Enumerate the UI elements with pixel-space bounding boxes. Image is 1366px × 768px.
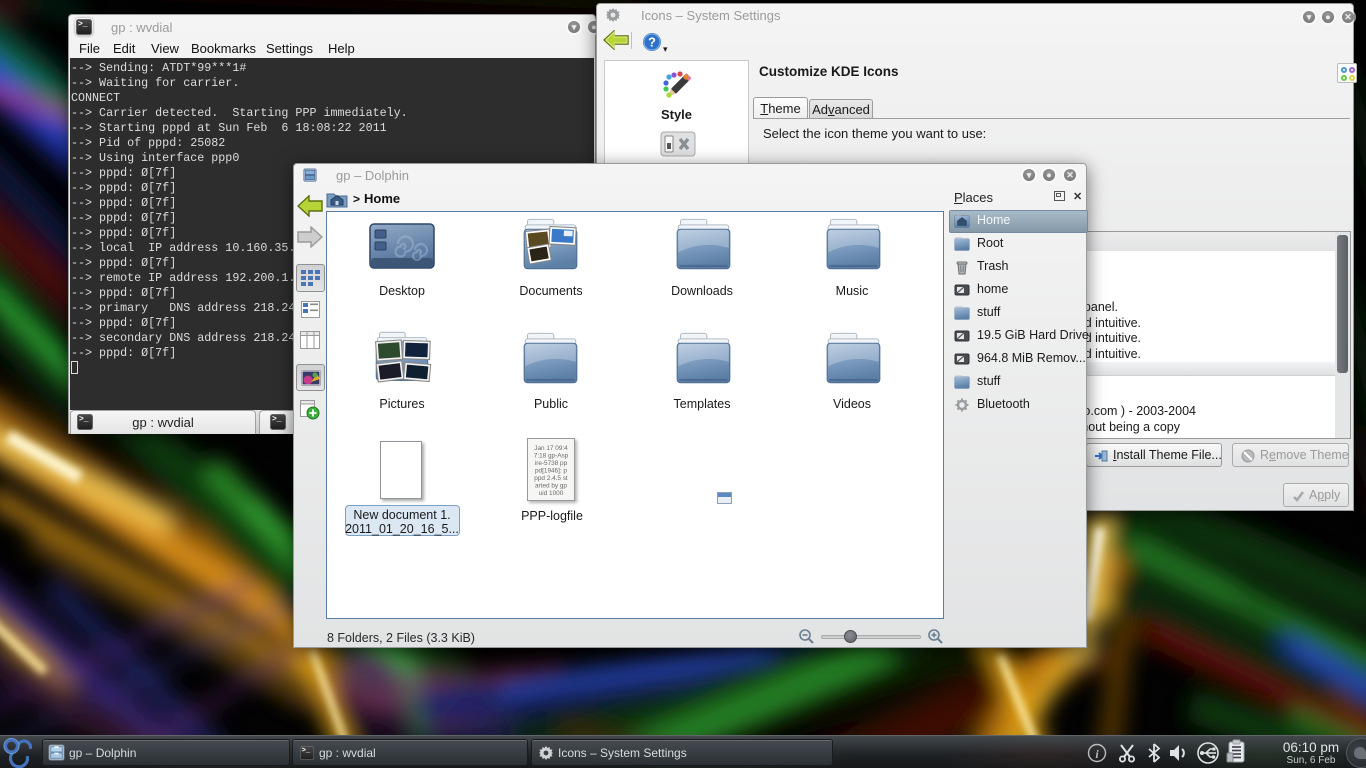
svg-text:ire-5738 pp: ire-5738 pp [535,460,568,467]
svg-text:pd[1946]: p: pd[1946]: p [535,468,567,475]
svg-text:7:18 gp-Asp: 7:18 gp-Asp [534,453,569,460]
svg-text:?: ? [648,35,656,50]
svg-text:ppd 2.4.5 st: ppd 2.4.5 st [534,475,568,482]
svg-text:uid 1000: uid 1000 [539,490,564,497]
svg-text:Jan 17 09:4: Jan 17 09:4 [534,445,568,452]
svg-text:i: i [1095,747,1099,761]
svg-text:arted by gp: arted by gp [535,483,567,490]
